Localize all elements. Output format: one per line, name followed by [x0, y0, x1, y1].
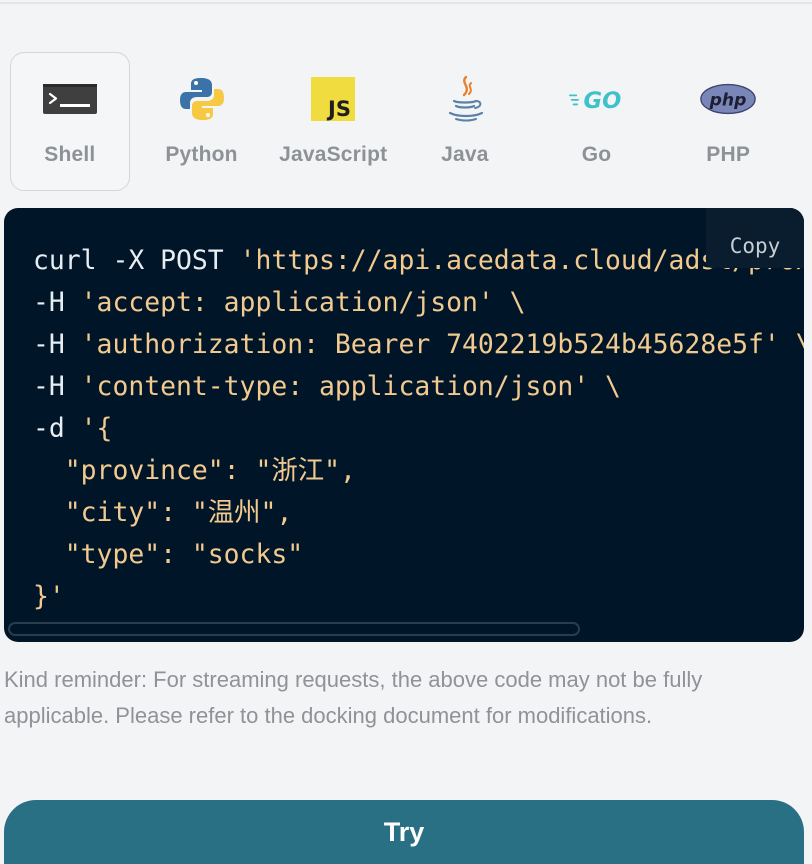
code-line: curl -X POST 'https://api.acedata.cloud/… — [33, 245, 804, 276]
java-icon — [437, 75, 493, 123]
code-line: -H 'content-type: application/json' \ — [33, 371, 621, 402]
code-line: -d '{ — [33, 413, 113, 444]
code-block: curl -X POST 'https://api.acedata.cloud/… — [4, 208, 804, 642]
code-line: "province": "浙江", — [33, 455, 356, 486]
python-icon — [174, 75, 230, 123]
tab-label: Shell — [44, 143, 96, 166]
code-line: -H 'authorization: Bearer 7402219b524b45… — [33, 329, 804, 360]
code-line: -H 'accept: application/json' \ — [33, 287, 526, 318]
tab-label: Java — [441, 143, 489, 166]
php-icon-text: php — [709, 90, 747, 110]
code-line: "city": "温州", — [33, 497, 293, 528]
go-icon: GO — [568, 75, 625, 123]
javascript-icon-text: JS — [326, 97, 351, 121]
tab-java[interactable]: Java — [405, 52, 525, 191]
terminal-icon — [42, 75, 98, 123]
code-line: }' — [33, 581, 65, 612]
language-tabs: Shell Python JS JavaScript Java GO Go ph… — [10, 52, 800, 191]
tab-python[interactable]: Python — [142, 52, 262, 191]
php-icon: php — [700, 75, 756, 123]
tab-php[interactable]: php PHP — [668, 52, 788, 191]
copy-button[interactable]: Copy — [706, 208, 804, 268]
code-line: "type": "socks" — [33, 539, 304, 570]
try-button[interactable]: Try — [4, 800, 804, 864]
javascript-icon: JS — [305, 75, 361, 123]
tab-label: Go — [581, 143, 612, 166]
top-divider — [0, 2, 812, 4]
tab-label: JavaScript — [279, 143, 388, 166]
horizontal-scrollbar[interactable] — [8, 622, 580, 636]
tab-shell[interactable]: Shell — [10, 52, 130, 191]
tab-javascript[interactable]: JS JavaScript — [273, 52, 393, 191]
tab-label: PHP — [706, 143, 751, 166]
code-text: curl -X POST 'https://api.acedata.cloud/… — [33, 240, 804, 618]
streaming-reminder: Kind reminder: For streaming requests, t… — [4, 667, 703, 728]
go-icon-text: GO — [583, 88, 621, 113]
tab-label: Python — [165, 143, 238, 166]
tab-go[interactable]: GO Go — [537, 52, 657, 191]
